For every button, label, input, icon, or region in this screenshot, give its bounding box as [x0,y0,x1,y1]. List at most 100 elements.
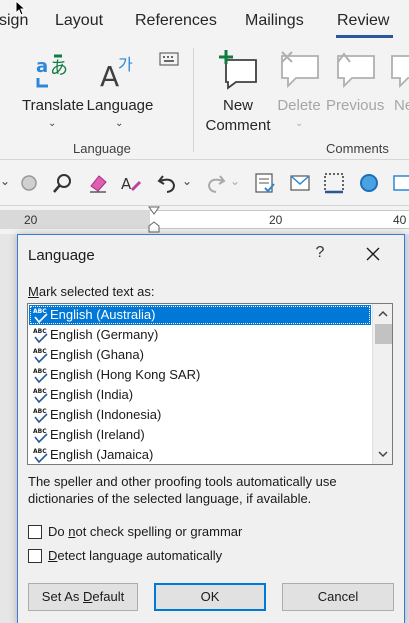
svg-text:ABC: ABC [33,448,47,455]
language-list-item[interactable]: ABC English (Jamaica) [29,445,371,464]
spelling-abc-icon: ABC [33,308,48,323]
quick-toolbar: ⌄ A ⌄ ⌄ [0,160,409,206]
undo-icon[interactable] [157,172,179,194]
indent-marker-icon[interactable] [148,206,160,234]
delete-comment-button[interactable]: Delete ⌄ [274,48,324,134]
ruler-margin [0,210,150,229]
info-text: The speller and other proofing tools aut… [28,474,337,506]
tab-mailings[interactable]: Mailings [245,12,304,30]
ribbon-panel: a あ Translate ⌄ A 가 Language ⌄ Language [0,42,409,160]
detect-language-label[interactable]: Detect language automatically [48,548,222,563]
language-list-item[interactable]: ABC English (India) [29,385,371,405]
undo-dropdown-icon[interactable]: ⌄ [182,174,192,188]
ruler-number: 40 [393,213,407,227]
refresh-icon[interactable] [392,172,409,194]
eraser-icon[interactable] [87,172,109,194]
language-dialog: Language ? Mark selected text as: ABC Eng… [17,234,405,623]
next-comment-button[interactable]: Ne [388,48,409,134]
previous-comment-button[interactable]: Previous [326,48,384,134]
language-icon: A 가 [100,55,133,92]
language-name: English (Ghana) [50,347,144,362]
close-icon[interactable] [360,241,386,267]
language-list-item[interactable]: ABC English (Australia) [29,305,371,325]
language-label: Language [86,97,154,114]
ribbon-tabs: sign Layout References Mailings Review [0,0,409,42]
language-list-item[interactable]: ABC English (Hong Kong SAR) [29,365,371,385]
spelling-abc-icon: ABC [33,408,48,423]
spelling-check-icon[interactable] [254,172,276,194]
svg-text:ABC: ABC [33,328,47,335]
language-name: English (India) [50,387,134,402]
listbox-scrollbar[interactable] [372,304,392,464]
language-listbox[interactable]: ABC English (Jamaica) ABC English (Ireland)… [27,303,393,465]
checkbox-box[interactable] [28,549,42,563]
next-comment-icon [391,55,409,89]
mail-icon[interactable] [289,172,311,194]
tab-references[interactable]: References [135,12,217,30]
ruler: 20 20 40 [0,206,409,234]
language-name: English (Jamaica) [50,447,154,462]
next-label: Ne [394,97,409,114]
translate-button[interactable]: a あ Translate ⌄ [22,48,84,134]
chevron-down-icon: ⌄ [295,118,304,129]
translate-label: Translate [22,97,84,114]
svg-text:ABC: ABC [33,348,47,355]
redo-icon[interactable] [204,172,226,194]
language-group-label: Language [73,141,131,156]
scroll-thumb[interactable] [375,324,392,344]
no-check-spelling-label[interactable]: Do not check spelling or grammar [48,524,242,539]
language-name: English (Ireland) [50,427,145,442]
spelling-abc-icon: ABC [33,448,48,463]
language-name: English (Germany) [50,327,159,342]
search-icon[interactable] [52,172,74,194]
scroll-up-icon[interactable] [377,308,389,320]
set-as-default-button[interactable]: Set As Default [28,583,138,611]
ruler-number: 20 [24,213,38,227]
language-name: English (Hong Kong SAR) [50,367,201,382]
cancel-button[interactable]: Cancel [282,583,394,611]
scroll-down-icon[interactable] [377,448,389,460]
language-list-item[interactable]: ABC English (Germany) [29,325,371,345]
language-list-item[interactable]: ABC English (Ghana) [29,345,371,365]
svg-text:ABC: ABC [33,428,47,435]
language-button[interactable]: A 가 Language ⌄ [86,48,154,134]
language-list-item[interactable]: ABC English (Ireland) [29,425,371,445]
spelling-abc-icon: ABC [33,348,48,363]
new-comment-line2: Comment [205,117,271,134]
chevron-down-icon: ⌄ [48,118,57,129]
clear-formatting-icon[interactable]: A [120,172,142,194]
svg-text:ABC: ABC [33,308,47,315]
language-name: English (Australia) [50,307,156,322]
svg-text:ABC: ABC [33,368,47,375]
chevron-down-icon: ⌄ [115,118,124,129]
tab-layout[interactable]: Layout [55,12,103,30]
spelling-abc-icon: ABC [33,328,48,343]
comments-group-label: Comments [326,141,389,156]
table-border-icon[interactable] [323,172,345,194]
translate-icon: a あ [36,54,68,88]
keyboard-icon[interactable] [159,52,179,66]
redo-dropdown-icon[interactable]: ⌄ [230,174,240,188]
group-separator [193,48,194,152]
language-list-item[interactable]: ABC English (Indonesia) [29,405,371,425]
checkbox-box[interactable] [28,525,42,539]
previous-label: Previous [326,97,385,114]
svg-text:a: a [36,56,48,77]
spelling-abc-icon: ABC [33,368,48,383]
new-comment-button[interactable]: New Comment [200,48,276,134]
tab-review[interactable]: Review [337,12,389,30]
tab-design[interactable]: sign [0,12,28,30]
svg-text:A: A [100,60,119,92]
chevron-icon[interactable]: ⌄ [0,174,10,188]
svg-text:가: 가 [118,55,133,74]
spelling-abc-icon: ABC [33,388,48,403]
circle-icon[interactable] [18,172,40,194]
ruler-number: 20 [269,213,283,227]
help-button[interactable]: ? [310,244,330,262]
ok-button[interactable]: OK [154,583,266,611]
new-comment-icon [219,50,257,90]
svg-text:あ: あ [50,58,68,79]
language-name: English (Indonesia) [50,407,162,422]
new-comment-line1: New [222,97,253,114]
globe-icon[interactable] [358,172,380,194]
